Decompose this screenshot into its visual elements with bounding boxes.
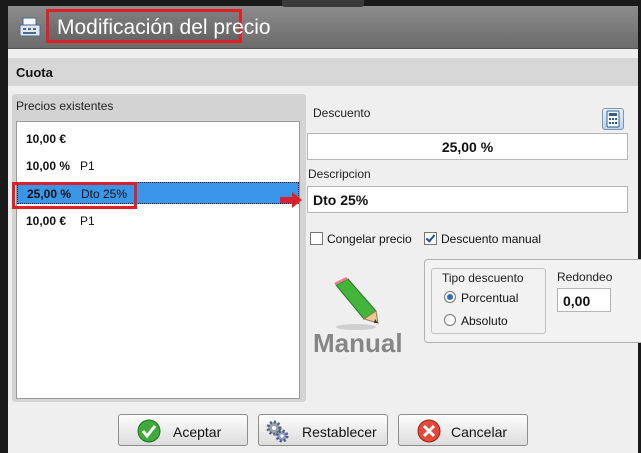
radio-selected[interactable] — [444, 291, 456, 303]
price-dialog: Modificación del precio Cuota Precios ex… — [8, 6, 641, 453]
arrow-right-icon — [280, 192, 302, 208]
radio-percent-label: Porcentual — [461, 291, 519, 305]
list-item[interactable]: 10,00 € P1 — [17, 210, 299, 232]
title-highlight: Modificación del precio — [46, 9, 271, 43]
section-title: Cuota — [16, 65, 53, 80]
radio-absolute-label: Absoluto — [461, 314, 508, 328]
prices-list[interactable]: 10,00 € 10,00 % P1 25,00 % Dto 25% 10,00… — [16, 121, 300, 399]
cancel-button[interactable]: Cancelar — [398, 414, 528, 446]
cancel-label: Cancelar — [451, 424, 508, 440]
description-field[interactable]: Dto 25% — [307, 186, 628, 213]
checkbox-checked[interactable] — [424, 232, 437, 245]
list-item[interactable]: 10,00 % P1 — [17, 155, 299, 177]
radio-percent[interactable]: Porcentual — [444, 291, 518, 305]
discount-options-group: Tipo descuento Porcentual Absoluto Redon… — [424, 259, 641, 343]
manual-mode-label: Manual — [313, 328, 403, 358]
selection-highlight — [12, 182, 137, 209]
section-header: Cuota — [8, 58, 638, 86]
discount-type-group: Tipo descuento Porcentual Absoluto — [431, 268, 546, 334]
reset-label: Restablecer — [302, 424, 377, 440]
close-icon — [417, 419, 441, 443]
prices-panel: Precios existentes 10,00 € 10,00 % P1 25… — [12, 94, 306, 402]
checkbox-box[interactable] — [310, 232, 323, 245]
pencil-icon — [334, 277, 379, 330]
gears-icon — [266, 420, 289, 443]
calculator-button[interactable] — [602, 108, 624, 130]
rounding-field[interactable]: 0,00 — [557, 288, 611, 312]
discount-type-title: Tipo descuento — [442, 271, 524, 285]
manual-discount-checkbox[interactable]: Descuento manual — [424, 232, 541, 246]
freeze-price-label: Congelar precio — [327, 232, 412, 246]
freeze-price-checkbox[interactable]: Congelar precio — [310, 232, 412, 246]
radio-unselected[interactable] — [444, 314, 456, 326]
reset-button[interactable]: Restablecer — [258, 414, 388, 446]
list-item[interactable]: 10,00 € — [17, 128, 299, 150]
window-notch — [282, 0, 364, 7]
dialog-title: Modificación del precio — [57, 16, 271, 39]
prices-label: Precios existentes — [16, 99, 114, 113]
cash-register-icon — [19, 17, 41, 37]
manual-discount-label: Descuento manual — [441, 232, 542, 246]
price-desc: P1 — [80, 159, 95, 173]
discount-field[interactable]: 25,00 % — [307, 133, 628, 160]
check-icon — [137, 419, 161, 443]
accept-label: Aceptar — [173, 424, 222, 440]
price-value: 10,00 % — [26, 159, 71, 173]
calculator-icon — [606, 110, 620, 128]
price-desc: P1 — [80, 214, 95, 228]
description-label: Descripcion — [308, 167, 371, 181]
discount-label: Descuento — [313, 106, 371, 120]
title-bar: Modificación del precio — [8, 6, 638, 49]
rounding-label: Redondeo — [557, 270, 613, 284]
radio-absolute[interactable]: Absoluto — [444, 314, 508, 328]
price-value: 10,00 € — [26, 214, 67, 228]
accept-button[interactable]: Aceptar — [118, 414, 248, 446]
price-value: 10,00 € — [26, 132, 67, 146]
